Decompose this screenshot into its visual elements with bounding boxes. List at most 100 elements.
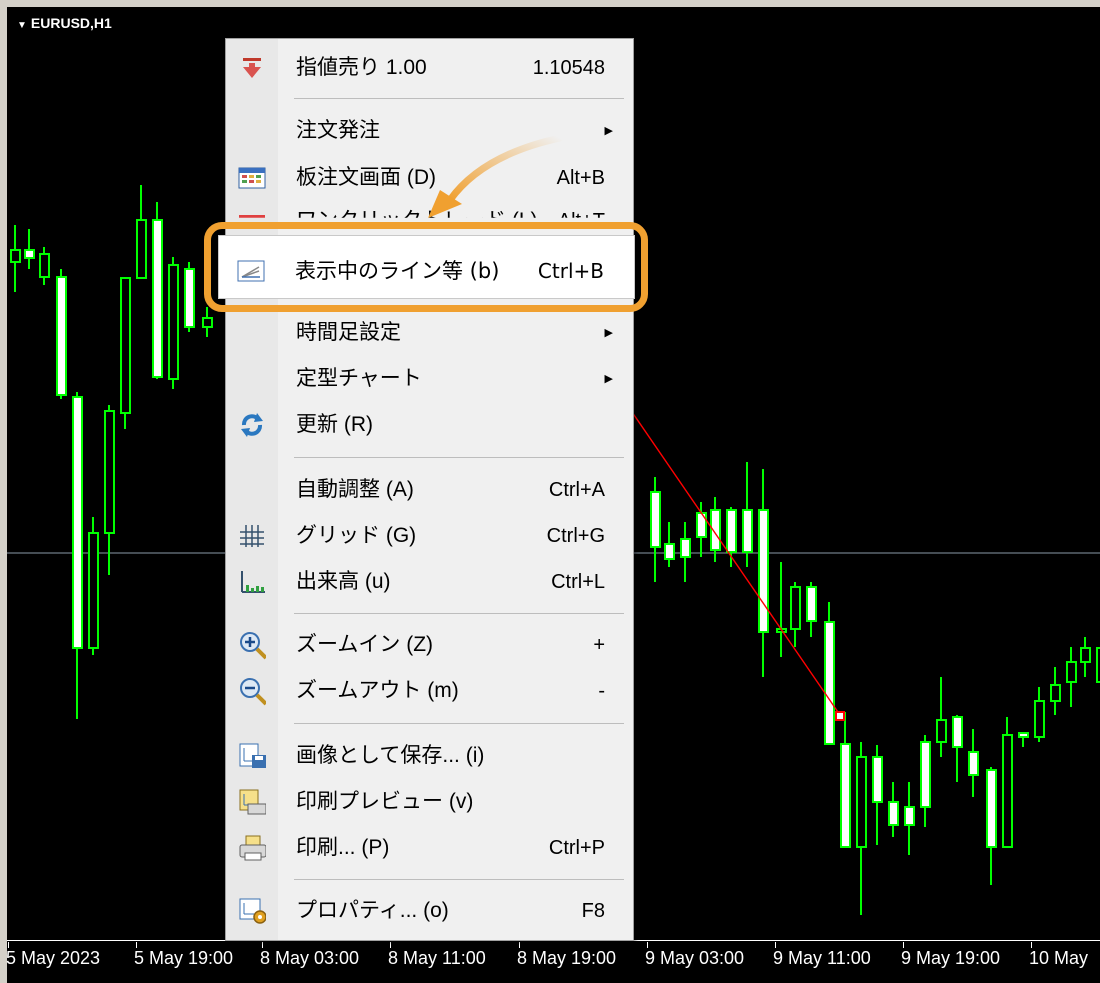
- menu-item[interactable]: 印刷プレビュー (v): [226, 782, 633, 822]
- orange-highlight-frame: [204, 222, 648, 312]
- submenu-arrow-icon: ▶: [604, 327, 613, 339]
- menu-item[interactable]: 定型チャート ▶: [226, 359, 633, 399]
- time-axis-label: 8 May 11:00: [388, 948, 486, 968]
- menu-item-label: 印刷プレビュー (v): [296, 790, 474, 813]
- submenu-arrow-icon: ▶: [604, 125, 613, 137]
- candle-body: [952, 716, 963, 748]
- candle-body: [72, 396, 83, 649]
- menu-item[interactable]: 画像として保存... (i): [226, 736, 633, 776]
- menu-item[interactable]: 指値売り 1.00 1.10548: [226, 48, 633, 88]
- menu-separator: [294, 879, 624, 880]
- candle-body: [184, 268, 195, 328]
- chart-symbol-text: EURUSD,H1: [30, 15, 112, 31]
- candle-body: [920, 741, 931, 808]
- menu-item[interactable]: 印刷... (P) Ctrl+P: [226, 828, 633, 868]
- menu-item-label: ズームイン (Z): [296, 633, 434, 656]
- menu-item-shortcut: Alt+B: [556, 167, 605, 189]
- menu-item-label: グリッド (G): [296, 524, 417, 547]
- menu-item-label: 注文発注: [296, 119, 380, 142]
- menu-item[interactable]: プロパティ... (o) F8: [226, 891, 633, 931]
- menu-item[interactable]: ズームアウト (m) -: [226, 671, 633, 711]
- time-axis-label: 8 May 03:00: [260, 948, 360, 968]
- trend-line-handle[interactable]: [835, 711, 845, 721]
- properties-icon: [238, 898, 266, 924]
- candle-body: [1018, 732, 1029, 738]
- submenu-arrow-icon: ▶: [604, 373, 613, 385]
- menu-item-label: ズームアウト (m): [296, 679, 459, 702]
- menu-item-shortcut: -: [598, 680, 605, 702]
- volume-icon: [238, 569, 266, 595]
- menu-item[interactable]: 板注文画面 (D) Alt+B: [226, 158, 633, 198]
- time-axis-label: 9 May 11:00: [773, 948, 871, 968]
- time-axis-label: 9 May 03:00: [645, 948, 745, 968]
- candle-body: [742, 509, 753, 553]
- printer-icon: [238, 835, 266, 861]
- menu-item-label: 出来高 (u): [296, 570, 391, 593]
- menu-item[interactable]: 時間足設定 ▶: [226, 313, 633, 353]
- candle-body: [168, 264, 179, 380]
- zoom-out-icon: [238, 678, 266, 706]
- menu-item-shortcut: 1.10548: [532, 57, 605, 79]
- grid-icon: [238, 523, 266, 549]
- candle-body: [904, 806, 915, 826]
- zoom-in-icon: [238, 632, 266, 660]
- candle-body: [56, 276, 67, 396]
- menu-item-shortcut: Ctrl+P: [548, 837, 605, 859]
- menu-item[interactable]: ズームイン (Z) +: [226, 625, 633, 665]
- menu-item-label: 画像として保存... (i): [296, 744, 485, 767]
- candle-body: [202, 317, 213, 328]
- menu-item[interactable]: 自動調整 (A) Ctrl+A: [226, 470, 633, 510]
- candle-body: [790, 586, 801, 630]
- candle-body: [856, 756, 867, 848]
- candle-body: [650, 491, 661, 548]
- time-axis-label: 9 May 19:00: [901, 948, 1001, 968]
- dropdown-triangle-icon: ▼: [17, 20, 27, 31]
- time-axis-label: 10 May: [1029, 948, 1089, 968]
- menu-item-label: 板注文画面 (D): [296, 166, 436, 189]
- candle-body: [39, 253, 50, 278]
- menu-item[interactable]: グリッド (G) Ctrl+G: [226, 516, 633, 556]
- menu-item-label: 時間足設定: [296, 321, 401, 344]
- menu-item-label: 更新 (R): [296, 413, 373, 436]
- menu-item-shortcut: Ctrl+G: [546, 525, 605, 547]
- candle-body: [726, 509, 737, 553]
- candle-body: [664, 543, 675, 560]
- candle-body: [936, 719, 947, 743]
- time-axis-label: 5 May 19:00: [134, 948, 234, 968]
- menu-item-shortcut: Ctrl+A: [548, 479, 605, 501]
- menu-separator: [294, 98, 624, 99]
- candle-body: [24, 249, 35, 259]
- menu-item-label: 自動調整 (A): [296, 478, 414, 501]
- save-image-icon: [238, 743, 266, 769]
- candle-body: [986, 769, 997, 848]
- time-axis-label: 8 May 19:00: [517, 948, 617, 968]
- menu-separator: [294, 457, 624, 458]
- candle-body: [758, 509, 769, 633]
- menu-item-shortcut: +: [593, 634, 605, 656]
- menu-item-label: 指値売り 1.00: [296, 56, 427, 79]
- menu-item[interactable]: 更新 (R): [226, 405, 633, 445]
- candle-body: [806, 586, 817, 622]
- menu-item[interactable]: 注文発注 ▶: [226, 111, 633, 151]
- candle-body: [152, 219, 163, 378]
- time-axis-label: 5 May 2023: [6, 948, 101, 968]
- trend-line[interactable]: [631, 411, 841, 716]
- menu-item-shortcut: Ctrl+L: [551, 571, 605, 593]
- candle-body: [1066, 661, 1077, 683]
- candle-body: [824, 621, 835, 745]
- chart-symbol-label: ▼ EURUSD,H1: [17, 15, 112, 31]
- candle-body: [1050, 684, 1061, 702]
- candle-body: [88, 532, 99, 649]
- candle-body: [840, 743, 851, 848]
- menu-item-label: 定型チャート: [296, 367, 422, 390]
- menu-item-label: 印刷... (P): [296, 836, 390, 859]
- depth-of-market-icon: [238, 165, 266, 191]
- candle-body: [104, 410, 115, 534]
- menu-item-shortcut: F8: [581, 900, 605, 922]
- candle-body: [1080, 647, 1091, 663]
- menu-item[interactable]: 出来高 (u) Ctrl+L: [226, 562, 633, 602]
- candle-body: [968, 751, 979, 776]
- candle-body: [136, 219, 147, 279]
- candle-body: [120, 277, 131, 414]
- candle-body: [680, 538, 691, 558]
